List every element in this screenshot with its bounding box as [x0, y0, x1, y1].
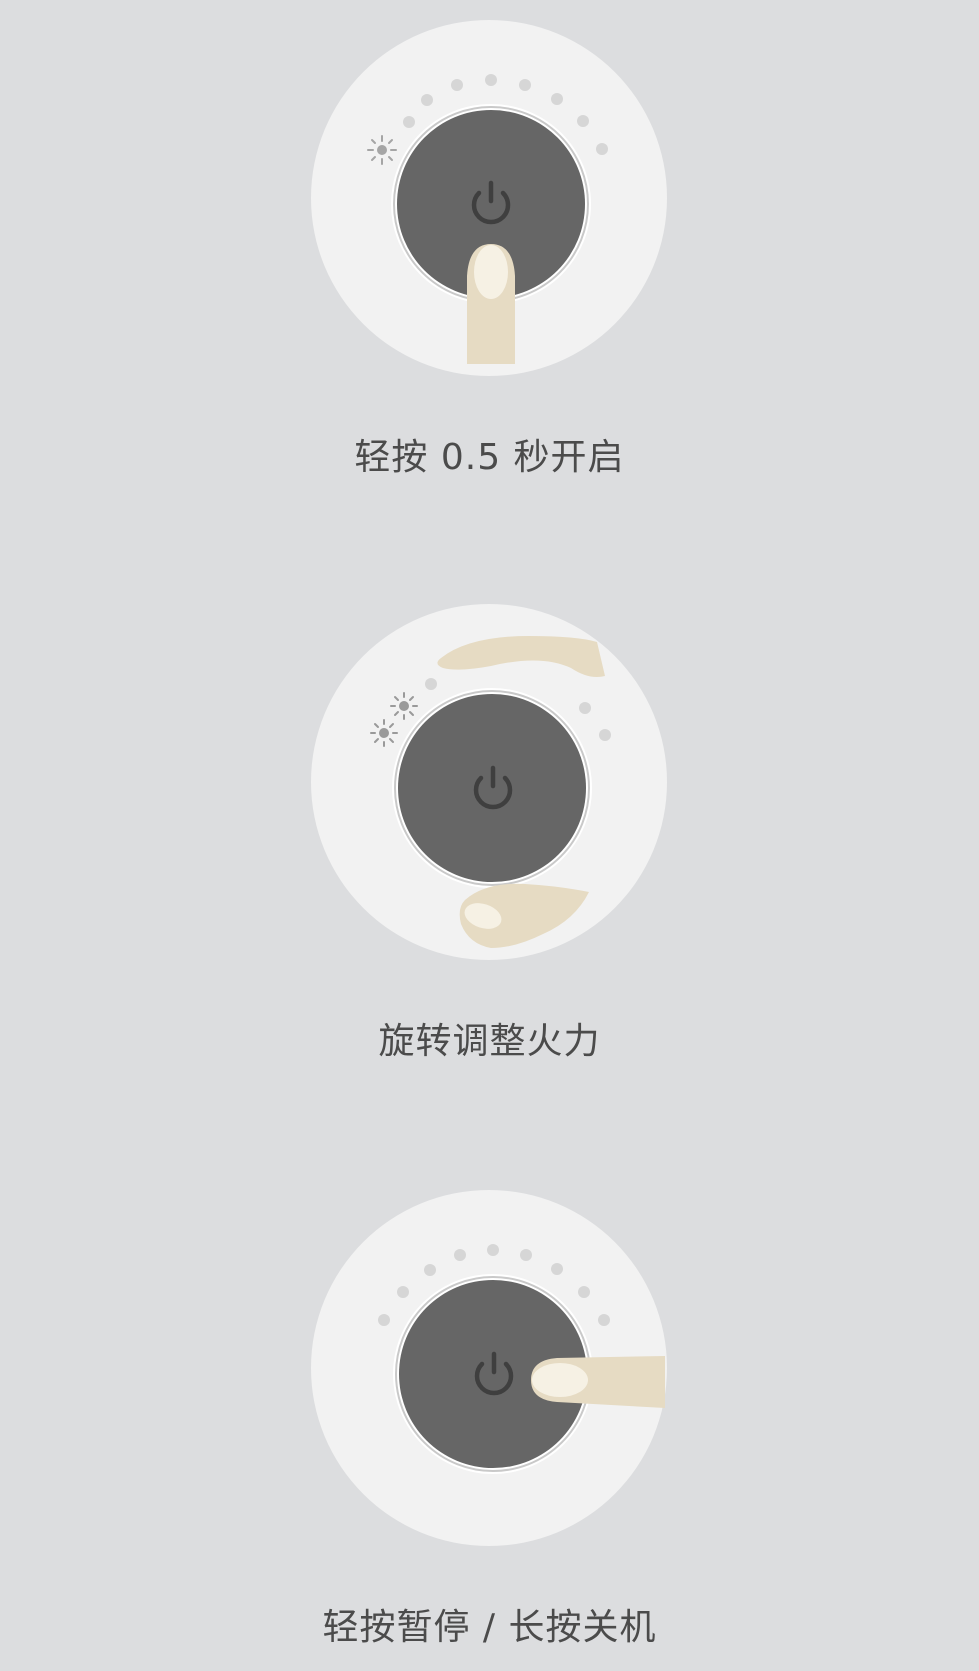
- finger-icon: [467, 244, 515, 364]
- step-caption: 轻按暂停 / 长按关机: [322, 1607, 657, 1648]
- sun-icon: [390, 692, 418, 720]
- dial-illustration: [311, 1190, 667, 1546]
- dial-illustration: [311, 604, 667, 960]
- finger-icon: [531, 1356, 665, 1408]
- step-caption: 轻按 0.5 秒开启: [354, 437, 625, 478]
- sun-icon: [367, 135, 397, 165]
- step-caption: 旋转调整火力: [378, 1021, 601, 1062]
- sun-icon: [370, 719, 398, 747]
- dial-illustration: [311, 20, 667, 376]
